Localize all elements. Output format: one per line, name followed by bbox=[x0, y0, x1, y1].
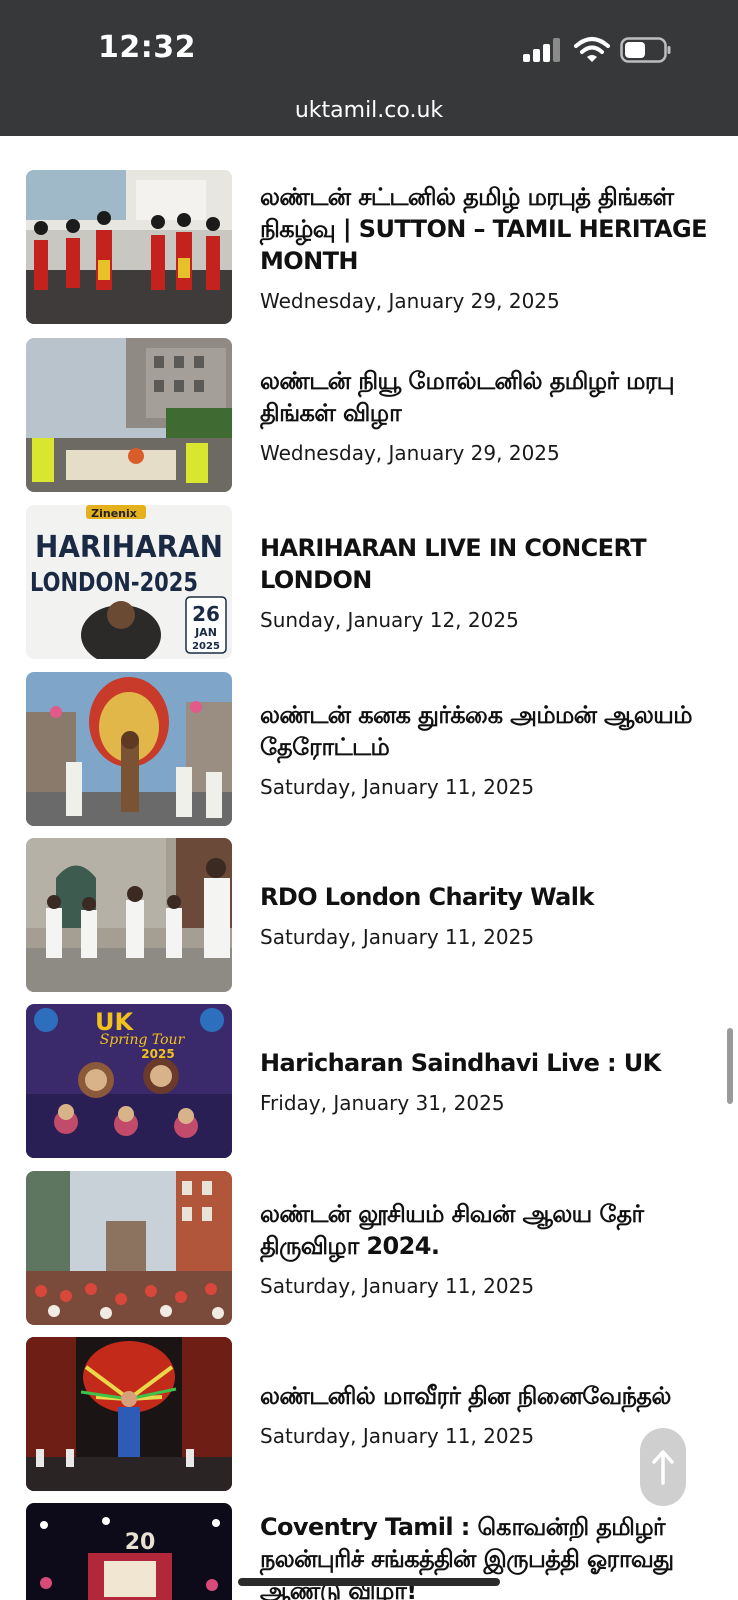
thumb-brand-text: Zinenix bbox=[91, 507, 137, 520]
article-title[interactable]: லண்டன் நியூ மோல்டனில் தமிழர் மரபு திங்கள… bbox=[260, 365, 716, 429]
article-title[interactable]: லண்டன் சட்டனில் தமிழ் மரபுத் திங்கள் நிக… bbox=[260, 181, 716, 277]
url-bar[interactable]: uktamil.co.uk bbox=[0, 98, 738, 123]
article-date: Sunday, January 12, 2025 bbox=[260, 608, 519, 632]
article-date: Friday, January 31, 2025 bbox=[260, 1091, 505, 1115]
article-thumbnail[interactable]: Zinenix HARIHARAN LONDON-2025 26 JAN 202… bbox=[26, 505, 232, 659]
scrollbar-thumb[interactable] bbox=[727, 1028, 733, 1104]
article-thumbnail[interactable] bbox=[26, 1337, 232, 1491]
article-title[interactable]: HARIHARAN LIVE IN CONCERT LONDON bbox=[260, 532, 716, 596]
article-list: லண்டன் சட்டனில் தமிழ் மரபுத் திங்கள் நிக… bbox=[0, 136, 738, 1600]
article-title[interactable]: லண்டனில் மாவீரர் தின நினைவேந்தல் bbox=[260, 1380, 716, 1412]
list-item[interactable]: லண்டனில் மாவீரர் தின நினைவேந்தல் Saturda… bbox=[26, 1337, 716, 1491]
list-item[interactable]: லண்டன் சட்டனில் தமிழ் மரபுத் திங்கள் நிக… bbox=[26, 170, 716, 324]
article-date: Wednesday, January 29, 2025 bbox=[260, 441, 560, 465]
article-date: Saturday, January 11, 2025 bbox=[260, 925, 535, 949]
battery-icon bbox=[620, 37, 671, 63]
article-thumbnail[interactable]: 20 bbox=[26, 1503, 232, 1600]
article-title[interactable]: RDO London Charity Walk bbox=[260, 881, 716, 913]
list-item[interactable]: லண்டன் நியூ மோல்டனில் தமிழர் மரபு திங்கள… bbox=[26, 338, 716, 492]
article-title[interactable]: Coventry Tamil : கொவன்றி தமிழர் நலன்புரி… bbox=[260, 1511, 716, 1600]
article-thumbnail[interactable] bbox=[26, 838, 232, 992]
status-bar: 12:32 uktamil.co.uk bbox=[0, 0, 738, 136]
article-thumbnail[interactable]: UK Spring Tour 2025 bbox=[26, 1004, 232, 1158]
article-date: Saturday, January 11, 2025 bbox=[260, 1274, 535, 1298]
thumb-name-text: HARIHARAN bbox=[35, 530, 223, 565]
home-indicator[interactable] bbox=[238, 1578, 500, 1586]
article-thumbnail[interactable] bbox=[26, 1171, 232, 1325]
article-title[interactable]: லண்டன் லூசியம் சிவன் ஆலய தேர் திருவிழா 2… bbox=[260, 1198, 716, 1262]
thumb-day-text: 26 bbox=[192, 602, 220, 626]
list-item[interactable]: UK Spring Tour 2025 Haricharan Saindhavi… bbox=[26, 1004, 716, 1158]
signal-icon bbox=[523, 38, 561, 62]
thumb-month-text: JAN bbox=[194, 626, 217, 639]
thumb-city-text: LONDON-2025 bbox=[30, 568, 198, 598]
article-thumbnail[interactable] bbox=[26, 170, 232, 324]
thumb-anniversary-text: 20 bbox=[125, 1530, 156, 1555]
article-date: Wednesday, January 29, 2025 bbox=[260, 289, 560, 313]
list-item[interactable]: Zinenix HARIHARAN LONDON-2025 26 JAN 202… bbox=[26, 505, 716, 659]
arrow-up-icon bbox=[652, 1450, 674, 1485]
back-to-top-button[interactable] bbox=[640, 1428, 686, 1506]
list-item[interactable]: RDO London Charity Walk Saturday, Januar… bbox=[26, 838, 716, 992]
thumb-tour-text: Spring Tour bbox=[100, 1032, 186, 1048]
wifi-icon bbox=[574, 37, 610, 62]
article-thumbnail[interactable] bbox=[26, 338, 232, 492]
status-time: 12:32 bbox=[98, 30, 196, 65]
article-title[interactable]: Haricharan Saindhavi Live : UK bbox=[260, 1047, 716, 1079]
thumb-year-text: 2025 bbox=[192, 641, 220, 652]
article-date: Saturday, January 11, 2025 bbox=[260, 775, 535, 799]
article-title[interactable]: லண்டன் கனக துர்க்கை அம்மன் ஆலயம் தேரோட்ட… bbox=[260, 699, 716, 763]
article-thumbnail[interactable] bbox=[26, 672, 232, 826]
list-item[interactable]: லண்டன் லூசியம் சிவன் ஆலய தேர் திருவிழா 2… bbox=[26, 1171, 716, 1325]
list-item[interactable]: லண்டன் கனக துர்க்கை அம்மன் ஆலயம் தேரோட்ட… bbox=[26, 672, 716, 826]
